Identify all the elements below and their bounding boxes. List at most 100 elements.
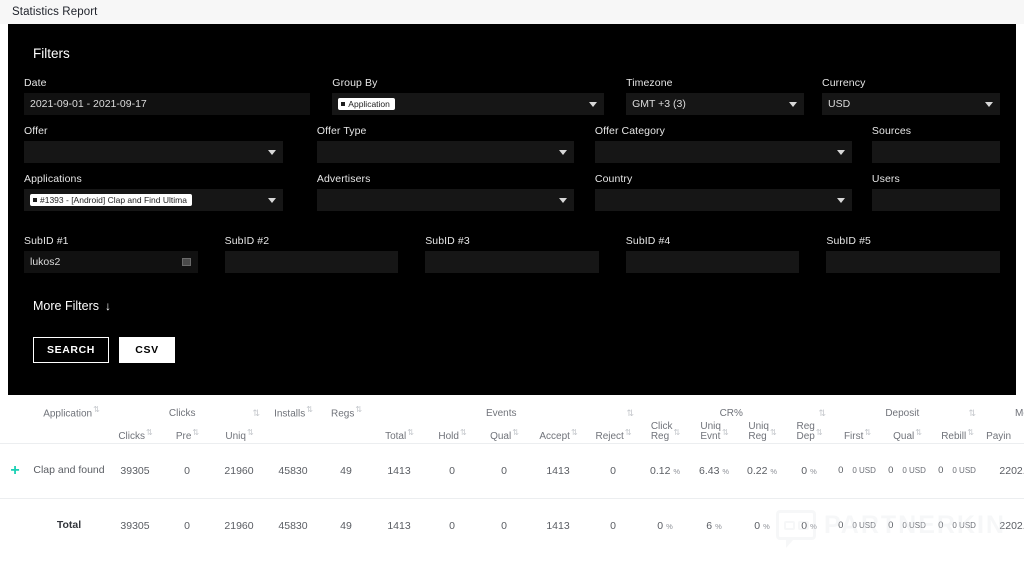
header-installs[interactable]: Installs⇅ (266, 395, 320, 419)
fraction: 0 0 USD (838, 519, 876, 532)
cell-deposit-qual: 0 0 USD (882, 443, 932, 498)
currency-select[interactable]: USD (822, 93, 1001, 115)
sort-icon[interactable]: ⇅ (252, 408, 260, 419)
sort-icon[interactable]: ⇅ (512, 428, 519, 437)
subheader-cr-uniq-reg[interactable]: Uniq Reg ⇅ (738, 419, 786, 443)
subheader-clicks-clicks[interactable]: Clicks⇅ (108, 419, 162, 443)
date-input[interactable]: 2021-09-01 - 2021-09-17 (24, 93, 311, 115)
clear-icon[interactable] (181, 258, 191, 266)
deposit-rebill-count: 0 (938, 464, 944, 476)
subid-3-input[interactable] (425, 251, 599, 273)
sort-icon[interactable]: ⇅ (460, 428, 467, 437)
subheader-deposit-first[interactable]: First⇅ (832, 419, 882, 443)
chevron-down-icon[interactable] (985, 102, 994, 107)
country-select[interactable] (594, 189, 852, 211)
sort-icon[interactable]: ⇅ (816, 428, 823, 437)
subid-2-label: SubID #2 (224, 235, 270, 247)
header-cr-group[interactable]: CR% ⇅ (640, 395, 832, 419)
subheader-events-hold[interactable]: Hold⇅ (426, 419, 478, 443)
subheader-cr-reg-dep[interactable]: Reg Dep⇅ (786, 419, 832, 443)
subheader-deposit-rebill[interactable]: Rebill⇅ (932, 419, 982, 443)
subheader-events-qual[interactable]: Qual⇅ (478, 419, 530, 443)
sort-icon[interactable]: ⇅ (93, 405, 100, 414)
sort-icon[interactable]: ⇅ (674, 428, 681, 437)
chevron-down-icon[interactable] (836, 198, 845, 203)
deposit-first-count: 0 (838, 464, 844, 476)
subid-4-input[interactable] (625, 251, 800, 273)
cell-cr-reg-dep-value: 0 (801, 464, 808, 477)
offer-category-select[interactable] (594, 141, 852, 163)
group-by-chip[interactable]: Application (338, 97, 395, 111)
sort-icon[interactable]: ⇅ (818, 408, 826, 419)
sources-select[interactable] (871, 141, 1000, 163)
offer-type-select[interactable] (316, 141, 574, 163)
advertisers-select[interactable] (316, 189, 574, 211)
field-subid-4: SubID #4 (625, 235, 800, 273)
sort-icon[interactable]: ⇅ (571, 428, 578, 437)
subheader-deposit-qual[interactable]: Qual⇅ (882, 419, 932, 443)
remove-chip-icon[interactable] (341, 102, 346, 106)
table-total-row: Total 39305 0 21960 45830 49 1413 0 0 14… (0, 498, 1024, 553)
sort-icon[interactable]: ⇅ (192, 428, 199, 437)
subheader-clicks-pre[interactable]: Pre⇅ (162, 419, 212, 443)
chevron-down-icon[interactable] (558, 198, 567, 203)
applications-select[interactable]: #1393 - [Android] Clap and Find Ultima (24, 189, 283, 211)
header-regs[interactable]: Regs⇅ (320, 395, 372, 419)
subheader-events-reject[interactable]: Reject⇅ (586, 419, 640, 443)
subid-2-input[interactable] (224, 251, 399, 273)
subheader-clicks-clicks-label: Clicks (118, 431, 145, 442)
chevron-down-icon[interactable] (836, 150, 845, 155)
header-events-group[interactable]: Events ⇅ (372, 395, 640, 419)
header-clicks-group[interactable]: Clicks ⇅ (108, 395, 266, 419)
timezone-select[interactable]: GMT +3 (3) (626, 93, 805, 115)
sort-icon[interactable]: ⇅ (864, 428, 871, 437)
chevron-down-icon[interactable] (267, 150, 276, 155)
header-money-group[interactable]: Money (982, 395, 1024, 419)
cell-total-cr-uniq-reg-value: 0 (754, 519, 761, 532)
header-deposit-group[interactable]: Deposit ⇅ (832, 395, 982, 419)
subid-5-input[interactable] (826, 251, 1000, 273)
sort-icon[interactable]: ⇅ (722, 428, 729, 437)
csv-button[interactable]: CSV (119, 337, 175, 363)
subheader-clicks-uniq[interactable]: Uniq⇅ (212, 419, 266, 443)
offer-select[interactable] (24, 141, 283, 163)
cell-events-hold: 0 (449, 464, 455, 477)
header-deposit-label: Deposit (885, 408, 920, 419)
deposit-qual-amount: 0 USD (902, 465, 926, 475)
subid-1-input[interactable]: lukos2 (24, 251, 198, 273)
sort-icon[interactable]: ⇅ (625, 428, 632, 437)
remove-chip-icon[interactable] (33, 198, 37, 202)
applications-chip[interactable]: #1393 - [Android] Clap and Find Ultima (30, 193, 192, 207)
sort-icon[interactable]: ⇅ (355, 405, 362, 414)
sort-icon[interactable]: ⇅ (626, 408, 634, 419)
sort-icon[interactable]: ⇅ (967, 428, 974, 437)
expand-row-icon[interactable]: + (10, 462, 19, 479)
sort-icon[interactable]: ⇅ (247, 428, 254, 437)
sort-icon[interactable]: ⇅ (770, 428, 777, 437)
sort-icon[interactable]: ⇅ (306, 405, 313, 414)
group-by-select[interactable]: Application (332, 93, 605, 115)
search-button[interactable]: SEARCH (33, 337, 109, 363)
chevron-down-icon[interactable] (558, 150, 567, 155)
field-offer-type: Offer Type (316, 125, 574, 163)
table-row[interactable]: + Clap and found 39305 0 21960 45830 49 … (0, 443, 1024, 498)
statistics-table: Application⇅ Clicks ⇅ Installs⇅ Regs⇅ Eve… (0, 395, 1024, 553)
header-application[interactable]: Application⇅ (30, 395, 108, 419)
subheader-cr-click-reg[interactable]: Click Reg ⇅ (640, 419, 690, 443)
cell-cr-click-reg-value: 0.12 (650, 464, 671, 477)
subheader-events-total[interactable]: Total⇅ (372, 419, 426, 443)
sort-icon[interactable]: ⇅ (969, 408, 977, 419)
sort-icon[interactable]: ⇅ (915, 428, 922, 437)
sort-icon[interactable]: ⇅ (407, 428, 414, 437)
chevron-down-icon[interactable] (267, 198, 276, 203)
percent-symbol: % (673, 466, 681, 476)
row-expander-cell[interactable]: + (0, 443, 30, 498)
users-select[interactable] (871, 189, 1000, 211)
chevron-down-icon[interactable] (789, 102, 798, 107)
subheader-money-payin[interactable]: Payin⇅ (982, 419, 1024, 443)
chevron-down-icon[interactable] (589, 102, 598, 107)
more-filters-toggle[interactable]: More Filters ↓ (33, 299, 111, 313)
sort-icon[interactable]: ⇅ (146, 428, 153, 437)
subheader-events-accept[interactable]: Accept⇅ (530, 419, 586, 443)
subheader-cr-uniq-evnt[interactable]: Uniq Evnt ⇅ (690, 419, 738, 443)
